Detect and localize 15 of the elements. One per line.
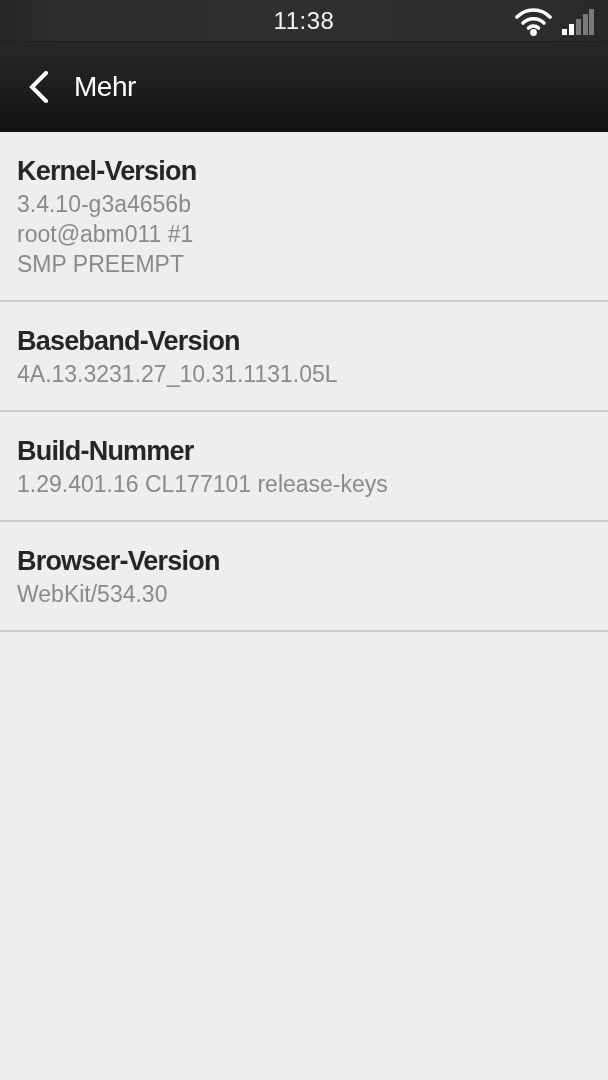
- back-icon: [28, 71, 50, 103]
- setting-value: SMP PREEMPT: [17, 250, 184, 279]
- setting-value: 4A.13.3231.27_10.31.1131.05L: [17, 360, 338, 389]
- wifi-icon: [515, 6, 552, 36]
- clock-time: 11:38: [273, 6, 335, 35]
- setting-value: WebKit/534.30: [17, 580, 168, 609]
- setting-title: Build-Nummer: [17, 435, 194, 468]
- setting-value: root@abm011 #1: [17, 220, 194, 249]
- signal-icon: [562, 9, 594, 35]
- setting-value: 1.29.401.16 CL177101 release-keys: [17, 470, 388, 499]
- setting-title: Baseband-Version: [17, 325, 240, 358]
- setting-title: Browser-Version: [17, 545, 220, 578]
- setting-title: Kernel-Version: [17, 155, 197, 188]
- screen-title: Mehr: [74, 71, 136, 103]
- setting-value: 3.4.10-g3a4656b: [17, 190, 191, 219]
